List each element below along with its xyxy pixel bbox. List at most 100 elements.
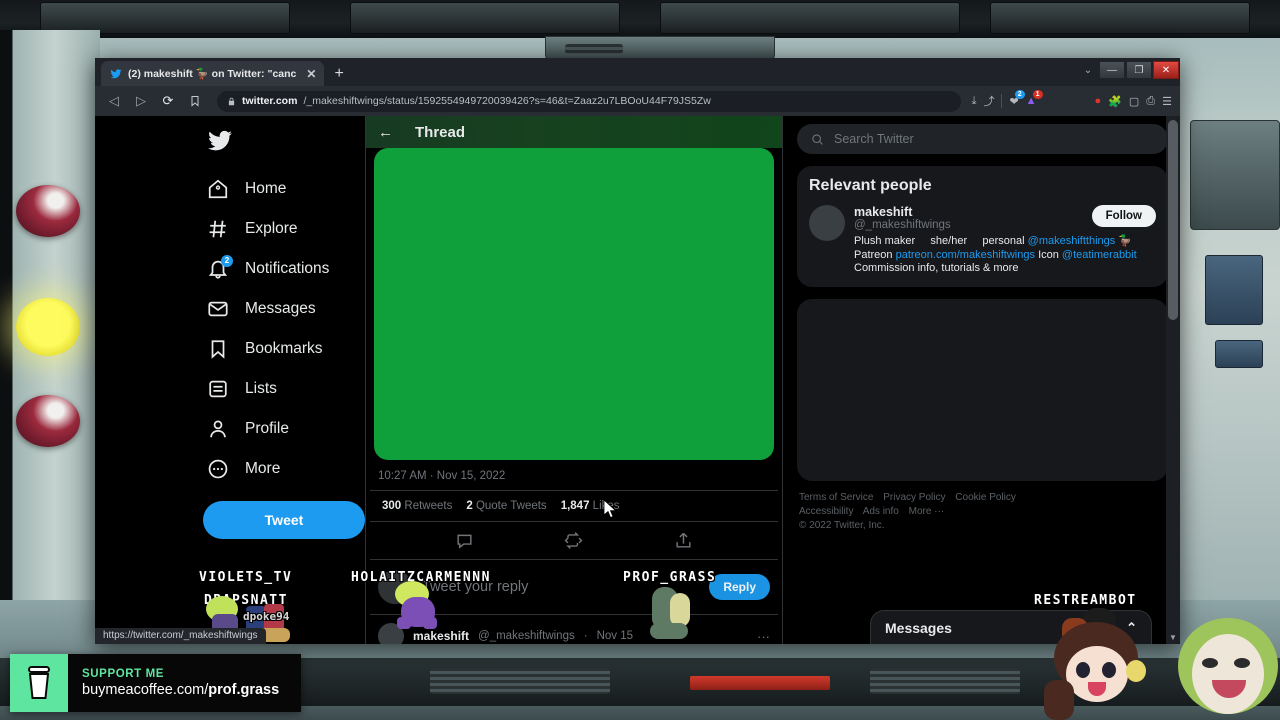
- menu-icon[interactable]: ☰: [1162, 95, 1172, 108]
- footer-link-accessibility[interactable]: Accessibility: [799, 506, 853, 517]
- minimize-button[interactable]: —: [1099, 61, 1125, 79]
- search-input[interactable]: Search Twitter: [797, 124, 1168, 154]
- background-top-slot: [660, 2, 960, 34]
- messages-dock-title: Messages: [885, 619, 952, 636]
- person-handle[interactable]: @_makeshiftwings: [854, 219, 951, 231]
- browser-toolbar: ◁ ▷ ⟳ twitter.com /_makeshiftwings/status…: [95, 86, 1180, 116]
- bookmark-icon[interactable]: [184, 90, 206, 112]
- bio-mention-link[interactable]: @teatimerabbit: [1062, 249, 1137, 261]
- scrollbar-thumb[interactable]: [1168, 120, 1178, 320]
- url-path: /_makeshiftwings/status/1592554949720039…: [303, 95, 711, 107]
- footer-link-more[interactable]: More ···: [909, 506, 945, 517]
- sidebar-item-bookmarks[interactable]: Bookmarks: [199, 329, 365, 369]
- overlay-facecam-left: [1040, 620, 1155, 720]
- list-icon: [207, 378, 229, 400]
- support-url-prefix: buymeacoffee.com/: [82, 682, 209, 698]
- record-icon[interactable]: ●: [1095, 95, 1102, 107]
- forward-button[interactable]: ▷: [130, 90, 152, 112]
- twitter-bird-icon: [110, 68, 122, 78]
- sidebar-item-label: Lists: [245, 380, 277, 397]
- maximize-button[interactable]: ❐: [1126, 61, 1152, 79]
- tweet-button[interactable]: Tweet: [203, 501, 365, 539]
- sidebar-item-lists[interactable]: Lists: [199, 369, 365, 409]
- browser-tab[interactable]: (2) makeshift 🦆 on Twitter: "canc ✕: [101, 61, 325, 86]
- back-button[interactable]: ◁: [103, 90, 125, 112]
- tweet-action-bar: [370, 522, 778, 560]
- back-arrow-icon[interactable]: ←: [378, 124, 393, 141]
- thread-header: ← Thread: [366, 116, 782, 148]
- thread-column: ← Thread 10:27 AM · Nov 15, 2022 300 Ret…: [365, 116, 783, 644]
- bio-text: Patreon: [854, 248, 893, 261]
- tab-close-icon[interactable]: ✕: [306, 67, 316, 81]
- copyright: © 2022 Twitter, Inc.: [799, 519, 885, 531]
- stat-retweets[interactable]: 300 Retweets: [382, 500, 452, 512]
- alert-badge: 1: [1032, 90, 1043, 99]
- bio-text: Commission info,: [854, 262, 939, 274]
- sidebar-item-label: More: [245, 460, 281, 477]
- footer-link-ads[interactable]: Ads info: [863, 506, 899, 517]
- share-icon[interactable]: [674, 531, 693, 550]
- sidebar-item-messages[interactable]: Messages: [199, 289, 365, 329]
- support-banner: SUPPORT ME buymeacoffee.com/prof.grass: [10, 654, 302, 712]
- download-icon[interactable]: ⤓: [972, 95, 977, 108]
- background-machine-unit: [1190, 120, 1280, 230]
- sidebar-item-label: Bookmarks: [245, 340, 323, 357]
- card-title: Relevant people: [809, 177, 932, 194]
- puzzle-icon[interactable]: 🧩: [1108, 95, 1122, 108]
- browser-titlebar: (2) makeshift 🦆 on Twitter: "canc ✕ + ⌄ …: [95, 58, 1180, 86]
- footer-row-2: Accessibility Ads info More ···: [799, 505, 1166, 519]
- sidebar-item-notifications[interactable]: 2 Notifications: [199, 249, 365, 289]
- sidebar-item-label: Messages: [245, 300, 316, 317]
- bio-url-link[interactable]: patreon.com/makeshiftwings: [896, 249, 1035, 261]
- tweet-media-image[interactable]: [374, 148, 774, 460]
- sidebar-item-home[interactable]: Home: [199, 169, 365, 209]
- sidebar-item-profile[interactable]: Profile: [199, 409, 365, 449]
- retweet-icon[interactable]: [564, 531, 583, 550]
- reply-icon[interactable]: [455, 531, 474, 550]
- footer-link-terms[interactable]: Terms of Service: [799, 492, 873, 503]
- footer-row-1: Terms of Service Privacy Policy Cookie P…: [799, 491, 1166, 505]
- background-top-slot: [990, 2, 1250, 34]
- extension-alert-icon[interactable]: ▲ 1: [1026, 90, 1043, 107]
- person-name[interactable]: makeshift: [854, 205, 951, 219]
- background-blue-panel: [1215, 340, 1263, 368]
- reload-button[interactable]: ⟳: [157, 90, 179, 112]
- bell-icon: 2: [207, 255, 233, 280]
- more-options-icon[interactable]: ···: [757, 629, 770, 644]
- support-heading: SUPPORT ME: [82, 668, 165, 680]
- extension-pocket-icon[interactable]: ❤ 2: [1009, 89, 1025, 108]
- cast-icon[interactable]: ⎙: [1146, 95, 1155, 108]
- reply-button[interactable]: Reply: [709, 574, 770, 600]
- lock-icon: [228, 97, 235, 105]
- tweet-timestamp: 10:27 AM · Nov 15, 2022: [378, 470, 506, 482]
- pocket-badge: 2: [1014, 89, 1025, 99]
- twitter-page: Home Explore 2 Notifications Messages Bo…: [95, 116, 1180, 644]
- bio-text: personal: [982, 235, 1025, 247]
- stat-quote-tweets[interactable]: 2 Quote Tweets: [466, 500, 546, 512]
- twitter-bird-icon[interactable]: [207, 128, 233, 154]
- browser-status-bar: https://twitter.com/_makeshiftwings: [95, 628, 266, 644]
- new-tab-button[interactable]: +: [334, 65, 343, 83]
- chevron-down-icon[interactable]: ⌄: [1077, 65, 1099, 76]
- close-button[interactable]: ✕: [1153, 61, 1179, 79]
- sidebar-item-label: Explore: [245, 220, 298, 237]
- sidebar-icon[interactable]: ▢: [1129, 95, 1139, 108]
- overlay-facecam-right: [1178, 618, 1280, 720]
- window-controls: ⌄ — ❐ ✕: [1077, 58, 1180, 82]
- bio-text: Plush maker: [854, 235, 916, 247]
- sidebar-item-explore[interactable]: Explore: [199, 209, 365, 249]
- url-host: twitter.com: [242, 95, 298, 107]
- sidebar-item-label: Profile: [245, 420, 289, 437]
- sidebar-item-more[interactable]: More: [199, 449, 365, 489]
- footer-link-privacy[interactable]: Privacy Policy: [883, 492, 945, 503]
- share-icon[interactable]: ⤴: [983, 93, 994, 109]
- avatar[interactable]: [809, 205, 845, 241]
- overlay-sprite-prof-grass: [648, 583, 694, 641]
- page-scrollbar[interactable]: ▲ ▼: [1166, 116, 1180, 644]
- person-row: makeshift @_makeshiftwings Follow Plush …: [809, 205, 1156, 276]
- address-bar[interactable]: twitter.com /_makeshiftwings/status/15925…: [217, 90, 961, 112]
- footer-link-cookie[interactable]: Cookie Policy: [955, 492, 1016, 503]
- bio-mention-link[interactable]: @makeshiftthings: [1028, 235, 1116, 247]
- envelope-icon: [207, 298, 229, 320]
- follow-button[interactable]: Follow: [1091, 205, 1156, 227]
